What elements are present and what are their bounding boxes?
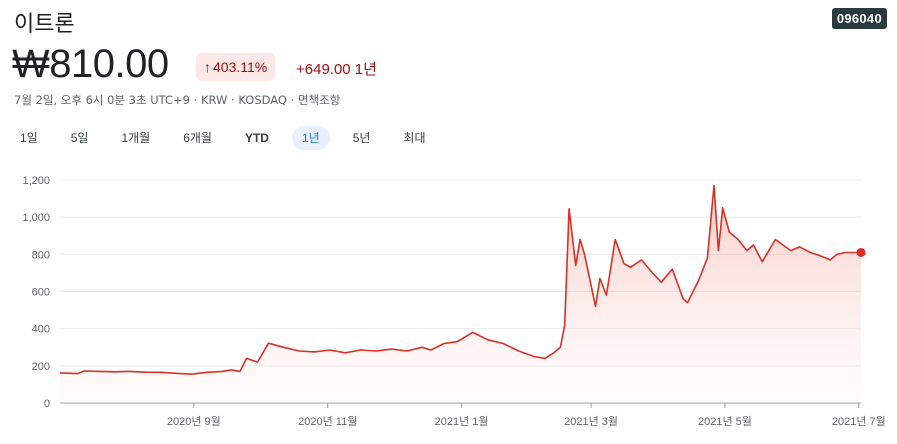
data-point: [99, 371, 100, 372]
data-point: [810, 252, 811, 253]
data-point: [160, 372, 161, 373]
data-point: [145, 372, 146, 373]
data-point: [753, 244, 754, 245]
data-point: [222, 371, 223, 372]
data-point: [360, 349, 361, 350]
data-point: [246, 358, 247, 359]
data-point: [615, 239, 616, 240]
y-tick-label: 600: [32, 287, 50, 299]
y-tick-label: 200: [32, 361, 50, 373]
data-point: [672, 269, 673, 270]
data-point: [406, 350, 407, 351]
data-point: [560, 347, 561, 348]
data-point: [623, 263, 624, 264]
data-point: [738, 239, 739, 240]
data-point: [472, 332, 473, 333]
data-point: [713, 185, 714, 186]
y-tick-label: 1,000: [22, 212, 50, 224]
data-point: [239, 371, 240, 372]
data-point: [391, 349, 392, 350]
data-point: [606, 295, 607, 296]
data-point: [314, 351, 315, 352]
y-tick-label: 800: [32, 249, 50, 261]
data-point: [683, 298, 684, 299]
data-point: [487, 339, 488, 340]
data-point: [729, 231, 730, 232]
data-point: [762, 261, 763, 262]
data-point: [830, 259, 831, 260]
data-point: [775, 239, 776, 240]
data-point: [283, 347, 284, 348]
data-point: [599, 278, 600, 279]
data-point: [553, 352, 554, 353]
data-point: [430, 349, 431, 350]
x-tick-label: 2021년 3월: [564, 415, 618, 428]
x-tick-label: 2021년 5월: [698, 415, 752, 428]
x-tick-label: 2020년 11월: [298, 415, 357, 428]
data-point: [544, 358, 545, 359]
data-point: [375, 350, 376, 351]
data-point: [564, 324, 565, 325]
data-point: [746, 250, 747, 251]
price-chart[interactable]: 0 200 400 600 800 1,000 1,200 2020년 9월 2020년 11…: [0, 0, 897, 444]
data-point: [661, 282, 662, 283]
data-point: [595, 306, 596, 307]
data-point: [421, 347, 422, 348]
data-point: [503, 343, 504, 344]
data-point: [836, 254, 837, 255]
data-point: [443, 343, 444, 344]
data-point: [231, 369, 232, 370]
data-point: [130, 371, 131, 372]
current-price-dot: [856, 247, 866, 257]
data-point: [206, 372, 207, 373]
x-tick-label: 2020년 9월: [167, 415, 221, 428]
data-point: [641, 259, 642, 260]
data-point: [821, 256, 822, 257]
data-point: [268, 343, 269, 344]
data-point: [457, 341, 458, 342]
data-point: [84, 370, 85, 371]
price-area: [60, 185, 861, 403]
data-point: [799, 246, 800, 247]
data-point: [580, 239, 581, 240]
x-axis: 2020년 9월 2020년 11월 2021년 1월 2021년 3월 2021년 5…: [167, 403, 886, 428]
data-point: [845, 252, 846, 253]
y-axis: 0 200 400 600 800 1,000 1,200: [22, 175, 50, 410]
x-tick-label: 2021년 7월: [832, 415, 886, 428]
data-point: [59, 372, 60, 373]
data-point: [518, 350, 519, 351]
data-point: [114, 371, 115, 372]
data-point: [575, 265, 576, 266]
data-point: [299, 350, 300, 351]
data-point: [687, 302, 688, 303]
data-point: [176, 373, 177, 374]
data-point: [790, 250, 791, 251]
data-point: [533, 356, 534, 357]
y-tick-label: 400: [32, 324, 50, 336]
y-tick-label: 1,200: [22, 175, 50, 187]
data-point: [630, 267, 631, 268]
data-point: [652, 272, 653, 273]
data-point: [191, 374, 192, 375]
data-point: [698, 280, 699, 281]
data-point: [718, 250, 719, 251]
data-point: [329, 349, 330, 350]
data-point: [569, 208, 570, 209]
x-tick-label: 2021년 1월: [435, 415, 489, 428]
y-tick-label: 0: [44, 398, 50, 410]
data-point: [257, 362, 258, 363]
data-point: [77, 373, 78, 374]
data-point: [584, 254, 585, 255]
data-point: [707, 257, 708, 258]
data-point: [722, 207, 723, 208]
data-point: [345, 352, 346, 353]
